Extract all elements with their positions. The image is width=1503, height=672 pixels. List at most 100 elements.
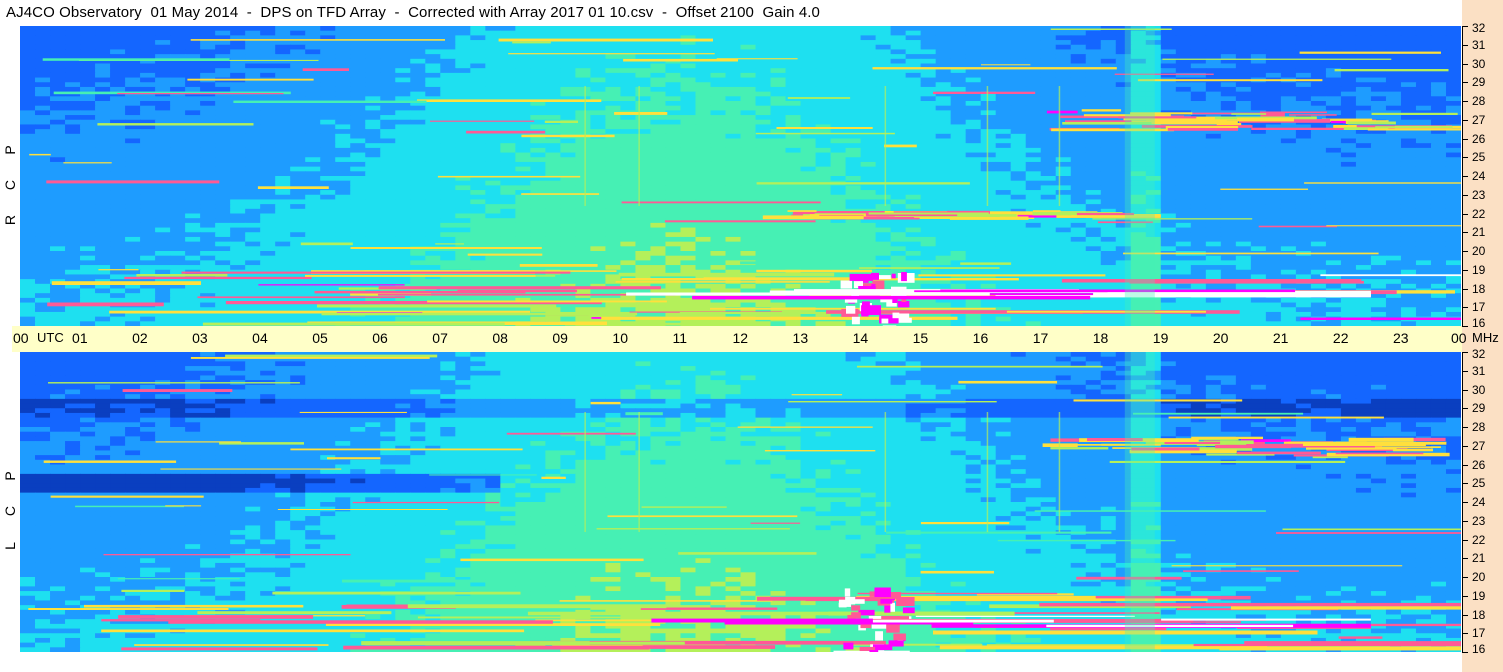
heatmap-cell [1190,199,1207,205]
heatmap-cell [110,138,126,144]
heatmap-cell [350,30,366,36]
heatmap-cell [1025,199,1042,205]
heatmap-cell [695,194,712,201]
heatmap-cell [1010,101,1027,107]
heatmap-cell [620,204,637,210]
heatmap-cell [170,26,186,32]
heatmap-cell [740,241,757,247]
heatmap-cell [740,157,757,163]
heatmap-cell [50,218,66,224]
heatmap-cell [50,147,66,154]
heatmap-cell [1340,213,1357,219]
heatmap-cell [395,208,411,215]
heatmap-cell [725,86,742,93]
heatmap-cell [260,49,276,55]
heatmap-cell [1400,133,1417,140]
heatmap-cell [1280,96,1297,102]
heatmap-cell [1430,77,1447,83]
heatmap-cell [230,143,246,149]
heatmap-cell [215,208,231,215]
heatmap-cell [380,204,396,210]
heatmap-cell [1070,77,1087,83]
heatmap-cell [950,138,967,144]
heatmap-cell [605,157,622,163]
heatmap-cell [1010,190,1027,196]
heatmap-cell [170,204,186,210]
heatmap-cell [1100,157,1117,163]
heatmap-cell [845,190,862,196]
heatmap-cell [1340,35,1357,41]
heatmap-cell [500,213,516,219]
heatmap-cell [20,185,36,191]
heatmap-cell [800,236,817,243]
heatmap-cell [50,255,66,261]
heatmap-cell [1100,77,1117,83]
heatmap-cell [245,82,261,88]
heatmap-cell [950,82,967,88]
heatmap-cell [785,251,802,257]
heatmap-cell [860,110,877,116]
heatmap-cell [1235,72,1252,79]
heatmap-cell [335,218,351,224]
heatmap-cell [650,124,667,130]
heatmap-cell [905,199,922,205]
heatmap-cell [845,133,862,140]
heatmap-cell [470,119,486,126]
heatmap-cell [440,222,456,229]
heatmap-cell [290,166,306,172]
heatmap-cell [1175,260,1192,266]
heatmap-cell [215,68,231,74]
heatmap-cell [200,265,216,271]
heatmap-cell [275,40,291,46]
heatmap-cell [1445,194,1461,201]
heatmap-cell [980,227,997,233]
heatmap-cell [485,138,501,144]
heatmap-cell [485,241,501,247]
heatmap-cell [590,77,607,83]
heatmap-cell [245,147,261,154]
heatmap-cell [785,44,802,51]
heatmap-cell [485,110,501,116]
heatmap-cell [575,72,591,79]
heatmap-cell [605,251,622,257]
heatmap-cell [185,138,201,144]
heatmap-cell [1100,72,1117,79]
heatmap-cell [470,241,486,247]
heatmap-cell [335,152,351,158]
heatmap-cell [1445,213,1461,219]
heatmap-cell [920,236,937,243]
heatmap-cell [440,251,456,257]
heatmap-cell [230,194,246,201]
heatmap-cell [1070,194,1087,201]
heatmap-cell [1205,204,1222,210]
heatmap-cell [1025,44,1042,51]
heatmap-cell [1040,82,1057,88]
heatmap-cell [410,190,426,196]
heatmap-cell [1205,166,1222,172]
heatmap-cell [95,26,111,32]
heatmap-cell [35,35,51,41]
heatmap-cell [635,143,652,149]
heatmap-cell [710,91,727,97]
heatmap-cell [95,194,111,201]
heatmap-cell [770,143,787,149]
heatmap-cell [140,232,156,238]
heatmap-cell [1160,180,1177,186]
heatmap-cell [830,105,847,111]
heatmap-cell [770,96,787,102]
heatmap-cell [815,232,832,238]
heatmap-cell [275,105,291,111]
heatmap-cell [575,110,591,116]
heatmap-cell [155,227,171,233]
heatmap-cell [590,119,607,126]
heatmap-cell [515,218,531,224]
heatmap-cell [710,101,727,107]
heatmap-cell [650,255,667,261]
heatmap-cell [995,119,1012,126]
heatmap-cell [800,204,817,210]
heatmap-cell [470,255,486,261]
heatmap-cell [1025,190,1042,196]
heatmap-cell [1280,72,1297,79]
heatmap-cell [1085,171,1102,177]
heatmap-cell [530,105,546,111]
